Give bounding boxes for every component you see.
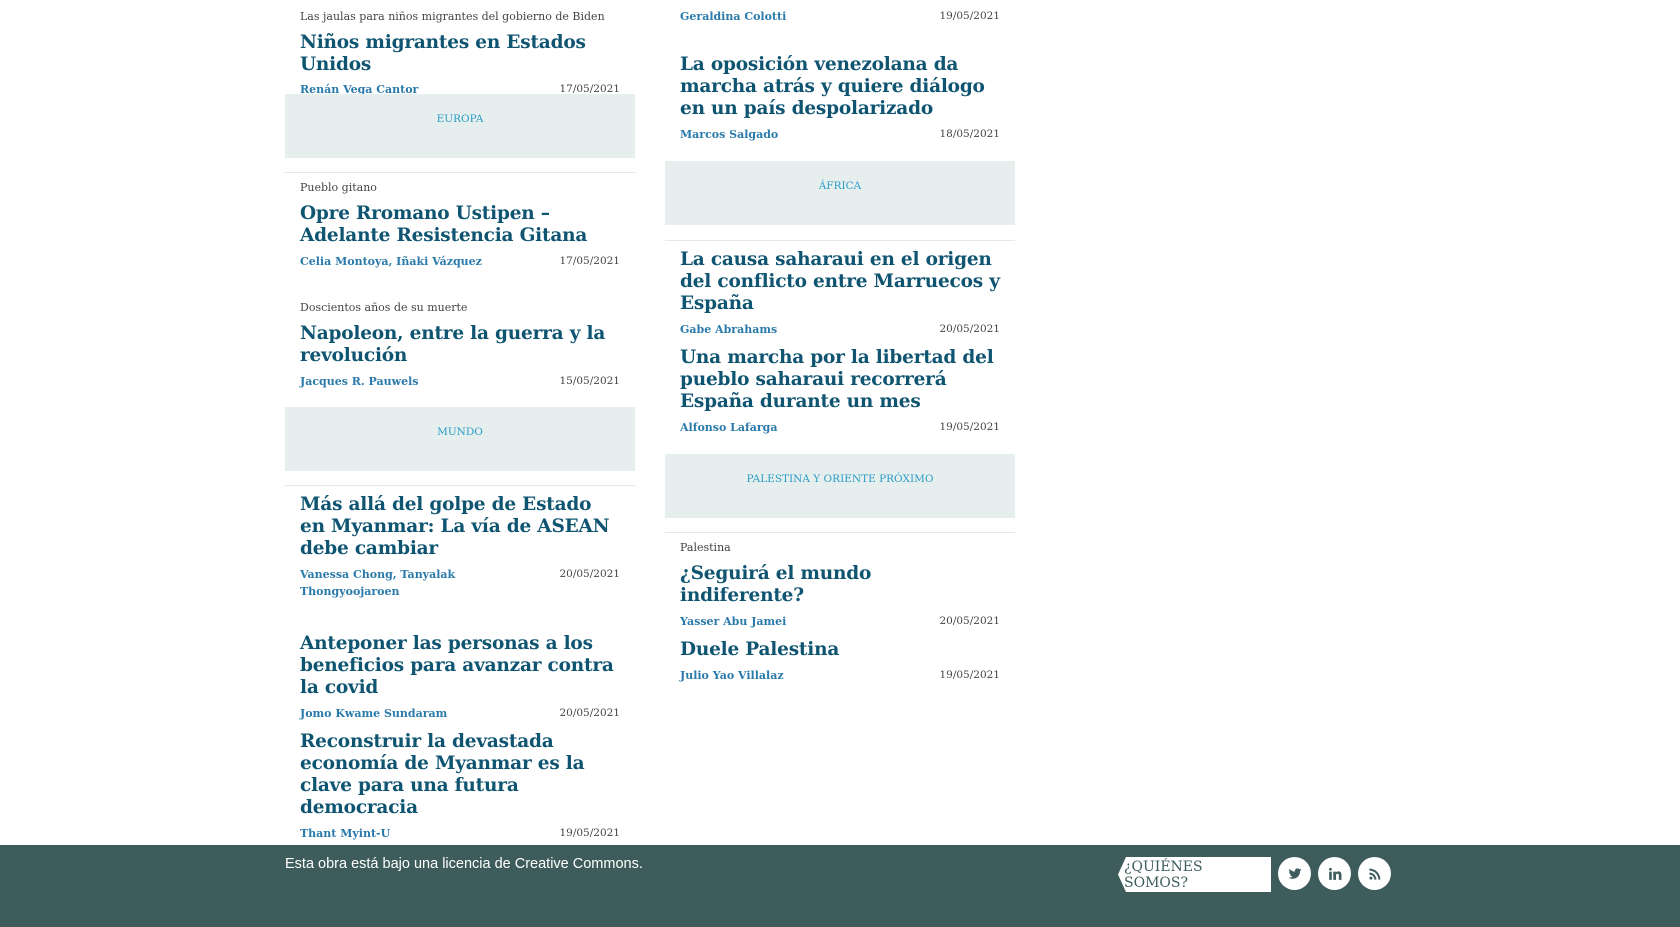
article-author-link[interactable]: Celia Montoya, Iñaki Vázquez: [300, 253, 482, 270]
section-europa-band[interactable]: EUROPA: [285, 94, 635, 158]
divider: [285, 485, 635, 486]
article-card: Pueblo gitano Opre Rromano Ustipen – Ade…: [285, 181, 635, 270]
article-date: 18/05/2021: [939, 128, 1000, 140]
article-date: 19/05/2021: [559, 827, 620, 839]
site-footer: Esta obra está bajo una licencia de Crea…: [0, 845, 1680, 927]
article-date: 19/05/2021: [939, 10, 1000, 22]
article-author-link[interactable]: Jacques R. Pauwels: [300, 373, 418, 390]
license-text[interactable]: Esta obra está bajo una licencia de Crea…: [285, 856, 643, 872]
article-author-link[interactable]: Vanessa Chong, Tanyalak Thongyoojaroen: [300, 566, 500, 600]
article-card: Una marcha por la libertad del pueblo sa…: [665, 347, 1015, 436]
article-author-link[interactable]: Geraldina Colotti: [680, 8, 786, 25]
section-label[interactable]: ÁFRICA: [819, 180, 862, 192]
about-us-button[interactable]: ¿QUIÉNES SOMOS?: [1118, 857, 1271, 892]
section-africa-band[interactable]: ÁFRICA: [665, 161, 1015, 225]
section-palestina-band[interactable]: PALESTINA Y ORIENTE PRÓXIMO: [665, 454, 1015, 518]
section-label[interactable]: EUROPA: [437, 113, 484, 125]
article-title-link[interactable]: Reconstruir la devastada economía de Mya…: [300, 731, 620, 819]
article-card: La oposición venezolana da marcha atrás …: [665, 54, 1015, 143]
article-author-link[interactable]: Alfonso Lafarga: [680, 419, 777, 436]
article-kicker: Palestina: [680, 541, 731, 554]
linkedin-button[interactable]: [1318, 857, 1351, 890]
article-title-link[interactable]: Opre Rromano Ustipen – Adelante Resisten…: [300, 203, 620, 247]
article-date: 15/05/2021: [559, 375, 620, 387]
twitter-icon: [1288, 867, 1301, 879]
divider: [285, 172, 635, 173]
article-author-link[interactable]: Jomo Kwame Sundaram: [300, 705, 447, 722]
article-title-link[interactable]: La oposición venezolana da marcha atrás …: [680, 54, 1000, 120]
article-card: Anteponer las personas a los beneficios …: [285, 633, 635, 722]
article-card-partial: Geraldina Colotti 19/05/2021: [665, 8, 1015, 25]
section-mundo-band[interactable]: MUNDO: [285, 407, 635, 471]
article-date: 20/05/2021: [939, 615, 1000, 627]
article-kicker: Las jaulas para niños migrantes del gobi…: [300, 10, 605, 23]
article-author-link[interactable]: Thant Myint-U: [300, 825, 390, 842]
article-card: Más allá del golpe de Estado en Myanmar:…: [285, 494, 635, 600]
article-card: La causa saharaui en el origen del confl…: [665, 249, 1015, 338]
divider: [665, 532, 1015, 533]
article-author-link[interactable]: Marcos Salgado: [680, 126, 778, 143]
article-date: 20/05/2021: [939, 323, 1000, 335]
article-kicker: Doscientos años de su muerte: [300, 301, 468, 314]
rss-icon: [1368, 868, 1380, 880]
divider: [665, 240, 1015, 241]
article-date: 20/05/2021: [559, 707, 620, 719]
article-card: Duele Palestina Julio Yao Villalaz 19/05…: [665, 639, 1015, 684]
article-title-link[interactable]: ¿Seguirá el mundo indiferente?: [680, 563, 1000, 607]
article-author-link[interactable]: Yasser Abu Jamei: [680, 613, 786, 630]
article-date: 17/05/2021: [559, 255, 620, 267]
article-title-link[interactable]: Niños migrantes en Estados Unidos: [300, 32, 620, 76]
article-title-link[interactable]: Una marcha por la libertad del pueblo sa…: [680, 347, 1000, 413]
article-card: Reconstruir la devastada economía de Mya…: [285, 731, 635, 842]
article-kicker: Pueblo gitano: [300, 181, 377, 194]
article-card: Palestina ¿Seguirá el mundo indiferente?…: [665, 541, 1015, 630]
article-date: 20/05/2021: [559, 568, 620, 580]
article-author-link[interactable]: Gabe Abrahams: [680, 321, 777, 338]
section-label[interactable]: PALESTINA Y ORIENTE PRÓXIMO: [747, 473, 934, 485]
article-card: Las jaulas para niños migrantes del gobi…: [285, 10, 635, 98]
linkedin-icon: [1328, 867, 1341, 880]
article-author-link[interactable]: Julio Yao Villalaz: [680, 667, 784, 684]
article-card: Doscientos años de su muerte Napoleon, e…: [285, 301, 635, 390]
twitter-button[interactable]: [1278, 857, 1311, 890]
article-date: 19/05/2021: [939, 669, 1000, 681]
article-title-link[interactable]: Duele Palestina: [680, 639, 1000, 661]
article-title-link[interactable]: Napoleon, entre la guerra y la revolució…: [300, 323, 620, 367]
article-title-link[interactable]: Más allá del golpe de Estado en Myanmar:…: [300, 494, 620, 560]
rss-button[interactable]: [1358, 857, 1391, 890]
article-title-link[interactable]: Anteponer las personas a los beneficios …: [300, 633, 620, 699]
article-date: 19/05/2021: [939, 421, 1000, 433]
article-title-link[interactable]: La causa saharaui en el origen del confl…: [680, 249, 1000, 315]
section-label[interactable]: MUNDO: [437, 426, 483, 438]
